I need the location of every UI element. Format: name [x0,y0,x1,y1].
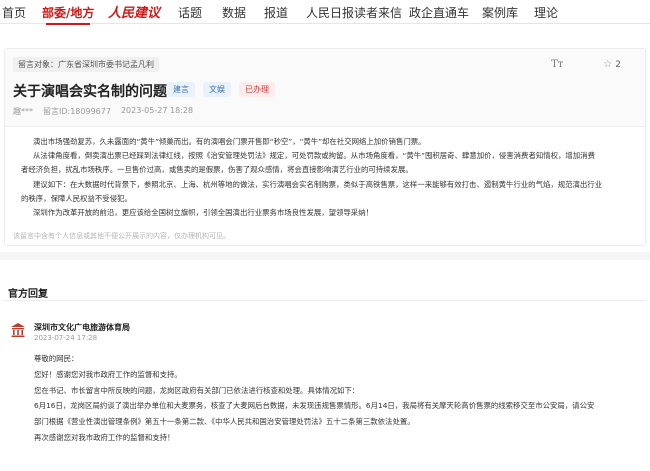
reply-line: 您在书记、市长留言中所反映的问题，龙岗区政府有关部门已依法进行核查和处理。具体情… [34,385,360,395]
reply-line: 6月16日，龙岗区局约谈了演出举办单位和大麦票务，核查了大麦网后台数据，未发现违… [34,401,595,411]
message-tools: Tт ☆ 2 [551,59,621,70]
message-meta: 趣*** 留言ID:18099677 2023-05-27 18:28 [13,106,193,117]
message-paragraph: 的秩序，保障人民权益不受侵犯。 [21,193,132,203]
message-paragraph: 演出市场强劲复苏，久未露面的“黄牛”倾巢而出。有的演唱会门票开售即“秒空”，“黄… [33,137,426,146]
message-paragraph: 深圳作为改革开放的前沿，更应该给全国树立旗帜，引领全国演出行业票务市场良性发展，… [33,208,373,218]
message-author: 趣*** [13,107,33,116]
tag-handled: 已办理 [239,82,275,97]
message-title: 关于演唱会实名制的问题 [13,84,167,100]
message-card: 留言对象：广东省深圳市委书记孟凡利 Tт ☆ 2 关于演唱会实名制的问题 建言 文… [4,48,646,246]
message-paragraph: 者经济负担，扰乱市场秩序。一旦售价过高，或售卖的是假票，伤害了观众感情，将会直接… [21,165,413,175]
message-header: 留言对象：广东省深圳市委书记孟凡利 Tт ☆ 2 关于演唱会实名制的问题 建言 文… [5,49,645,127]
section-separator [0,252,650,260]
reply-line: 尊敬的网民： [34,354,79,363]
privacy-disclaimer: 该留言中含有个人信息或其他不便公开展示的内容，仅办理机构可见。 [13,232,230,240]
favorite-button[interactable]: ☆ 2 [603,59,621,70]
reply-line: 您好！感谢您对我市政府工作的监督和支持。 [34,369,182,379]
reply-body: 尊敬的网民： 您好！感谢您对我市政府工作的监督和支持。 您在书记、市长留言中所反… [34,351,640,446]
message-date: 2023-05-27 18:28 [120,106,194,115]
divider [4,300,646,301]
nav-topics[interactable]: 话题 [178,4,202,21]
font-size-icon[interactable]: Tт [551,59,563,70]
reply-line: 再次感谢您对我市政府工作的监督和支持！ [34,432,175,442]
official-reply-heading: 官方回复 [8,289,48,300]
reply-date: 2023-07-24 17:28 [34,334,98,342]
star-icon: ☆ [603,59,613,70]
government-building-icon [11,323,25,337]
nav-reports[interactable]: 报道 [264,4,288,21]
reply-line: 部门根据《营业性演出管理条例》第五十一条第二款、《中华人民共和国治安管理处罚法》… [34,417,415,427]
nav-readers-letters[interactable]: 人民日报读者来信 [306,4,402,21]
people-suggestion-logo[interactable]: 人民建议 [108,2,160,21]
message-tags: 建言 文娱 已办理 [167,82,275,97]
nav-data[interactable]: 数据 [222,4,246,21]
message-paragraph: 建议如下：在大数据时代背景下，参照北京、上海、杭州等地的做法，实行演唱会实名制购… [33,179,603,189]
tag-suggestion: 建言 [167,82,195,97]
nav-home[interactable]: 首页 [2,4,26,21]
nav-case-library[interactable]: 案例库 [482,4,518,21]
message-target: 留言对象：广东省深圳市委书记孟凡利 [13,57,159,72]
favorite-count: 2 [615,60,621,70]
nav-gov-enterprise[interactable]: 政企直通车 [409,4,469,21]
message-paragraph: 从法律角度看，倒卖演出票已经踩到法律红线，按照《治安管理处罚法》规定，可处罚款或… [33,151,595,161]
reply-organization: 深圳市文化广电旅游体育局 [34,323,130,332]
tag-entertainment: 文娱 [203,82,231,97]
nav-theory[interactable]: 理论 [534,4,558,21]
nav-ministries-local[interactable]: 部委/地方 [42,4,94,25]
top-navigation: 首页 部委/地方 人民建议 话题 数据 报道 人民日报读者来信 政企直通车 案例… [0,0,650,25]
message-id: 留言ID:18099677 [43,107,111,116]
message-body: 演出市场强劲复苏，久未露面的“黄牛”倾巢而出。有的演唱会门票开售即“秒空”，“黄… [21,135,637,220]
